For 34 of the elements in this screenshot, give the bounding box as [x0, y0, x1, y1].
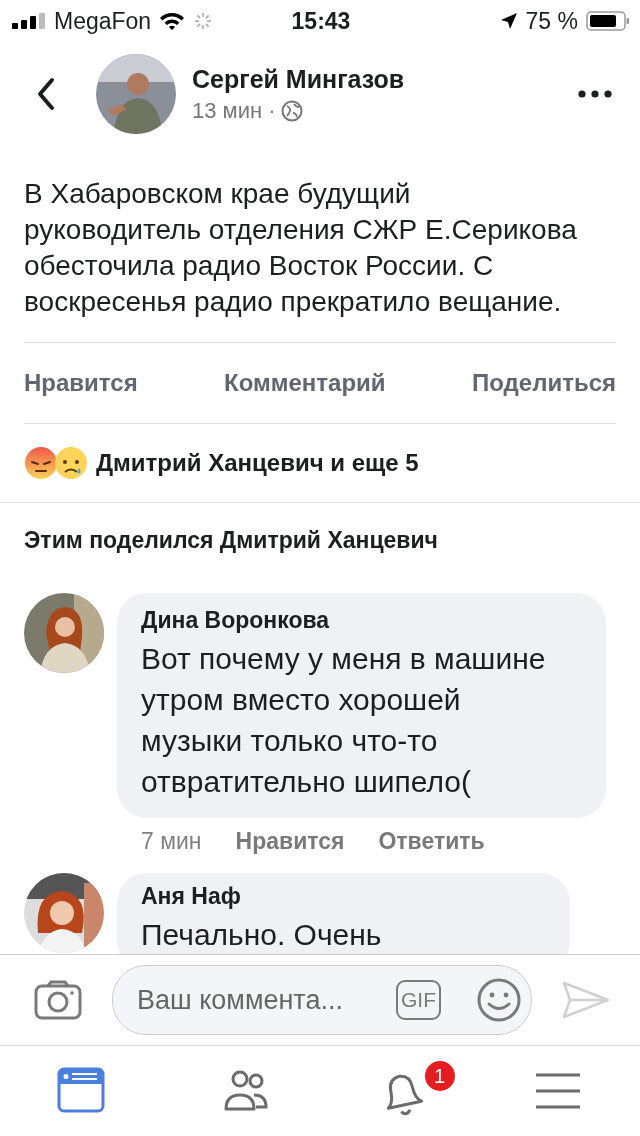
location-arrow-icon — [499, 12, 518, 30]
like-link[interactable]: Нравится — [235, 828, 345, 855]
post-text: В Хабаровском крае будущий руководитель отделения СЖР Е.Серикова обесточила радио Восток России. С воскресенья радио прекратило вещание. — [23, 177, 578, 319]
comment-field[interactable]: Ваш коммента... GIF — [112, 965, 532, 1035]
wifi-icon — [159, 11, 186, 31]
sad-emoji-icon — [54, 446, 88, 480]
gif-button[interactable]: GIF — [396, 980, 441, 1020]
loading-icon — [193, 11, 214, 31]
notification-badge: 1 — [424, 1061, 455, 1091]
comment-time: 7 мин — [141, 828, 202, 855]
battery-icon — [586, 11, 630, 31]
angry-emoji-icon — [24, 446, 58, 480]
commenter-name[interactable]: Дина Воронкова — [141, 607, 566, 634]
reply-link[interactable]: Ответить — [378, 828, 485, 855]
post-time: 13 мин — [192, 97, 263, 124]
carrier-name: MegaFon — [54, 7, 152, 35]
commenter-name[interactable]: Аня Наф — [141, 883, 530, 910]
author-name[interactable]: Сергей Мингазов — [192, 64, 578, 94]
action-button[interactable]: Комментарий — [224, 369, 386, 397]
action-button[interactable]: Поделиться — [471, 369, 616, 397]
comment-text: Вот почему у меня в машине утром вместо хорошей музыки только что-то отвратительно шипело( — [141, 641, 547, 800]
emoji-icon[interactable] — [477, 978, 521, 1022]
battery-percent: 75 % — [525, 7, 578, 35]
shared-by-text: Этим поделился Дмитрий Ханцевич — [23, 526, 439, 555]
reactions-summary[interactable]: Дмитрий Ханцевич и еще 5 — [96, 449, 419, 477]
more-icon[interactable] — [578, 90, 612, 98]
clock: 15:43 — [291, 7, 351, 35]
action-button[interactable]: Нравится — [24, 369, 138, 397]
signal-icon — [12, 13, 46, 29]
camera-icon[interactable] — [34, 980, 82, 1020]
globe-icon — [281, 99, 304, 122]
separator: · — [268, 97, 276, 124]
back-icon[interactable] — [36, 77, 56, 111]
comment-text: Печально. Очень — [141, 917, 383, 953]
